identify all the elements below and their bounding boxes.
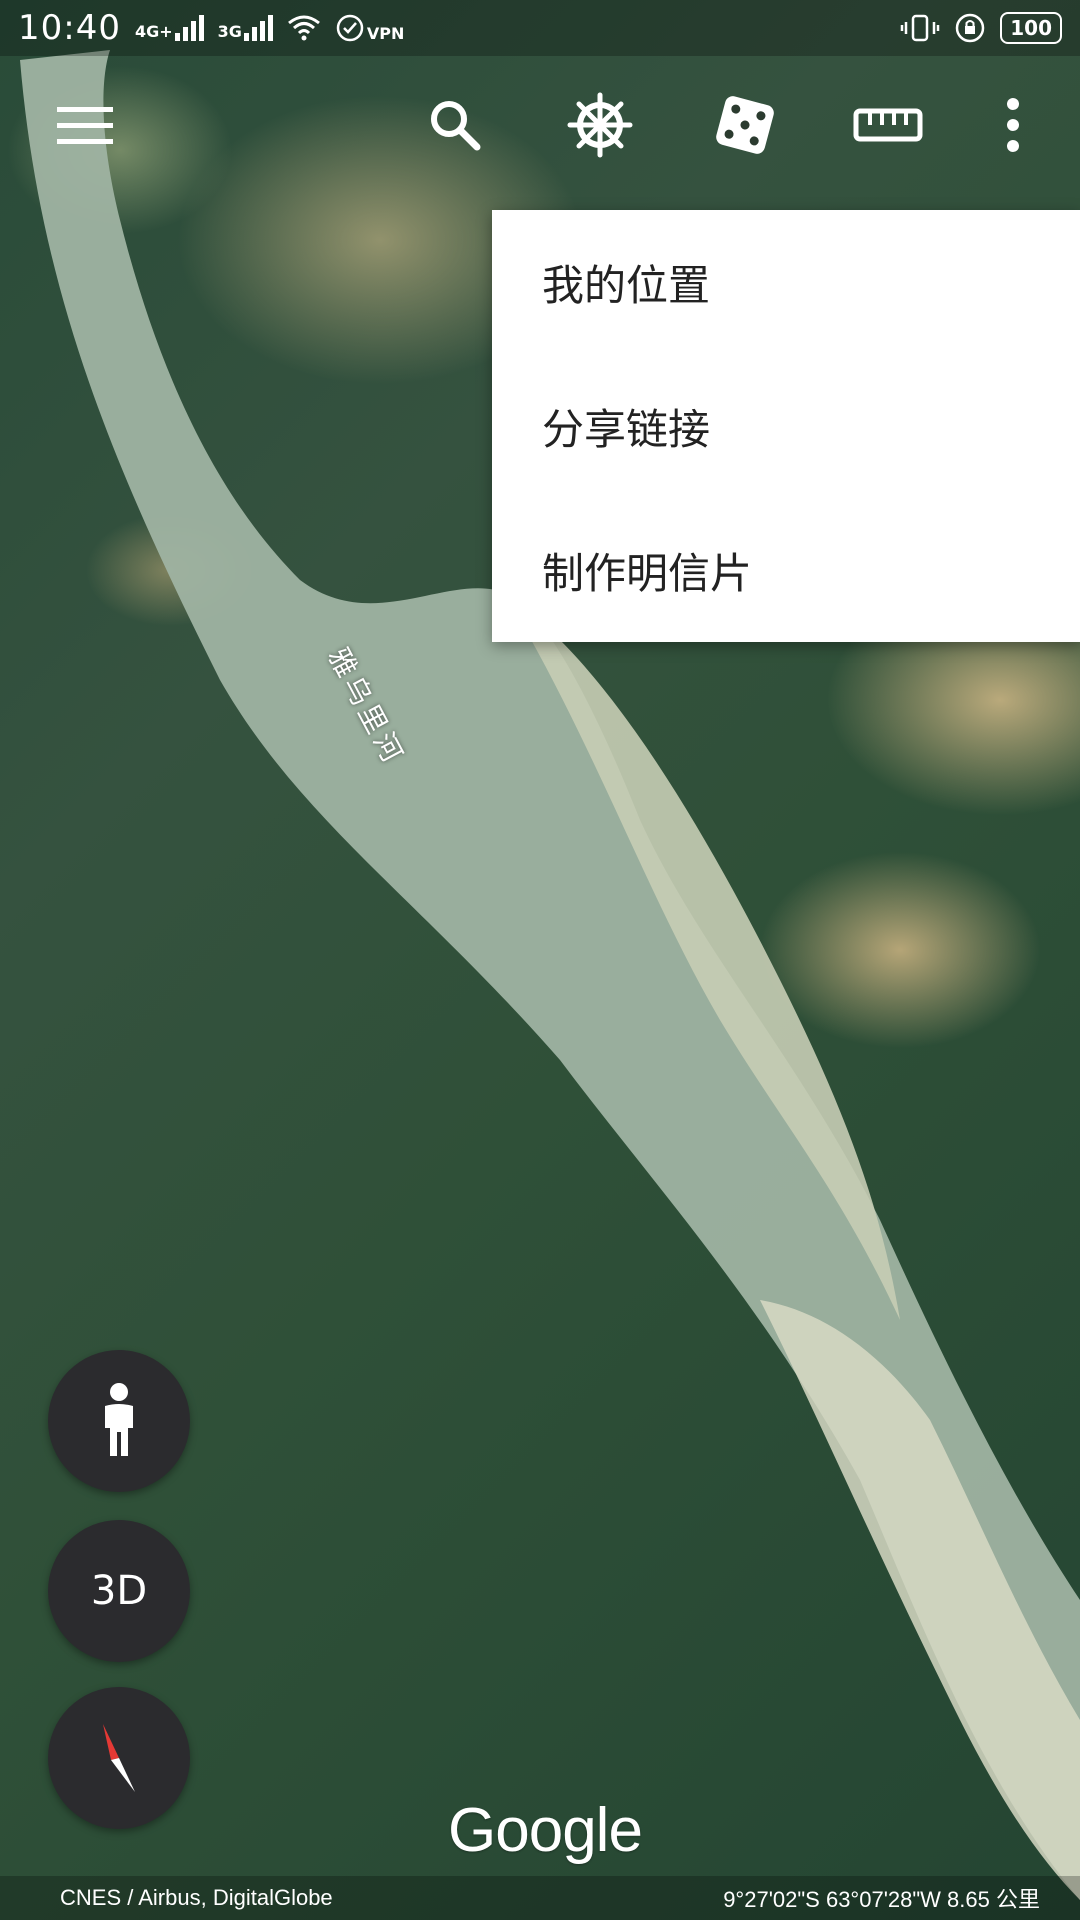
vpn-label: VPN bbox=[366, 24, 405, 43]
signal-4g: 4G+ bbox=[135, 15, 204, 41]
ruler-icon bbox=[853, 108, 923, 142]
vpn-indicator: VPN bbox=[335, 13, 405, 43]
signal-bars-icon bbox=[174, 15, 204, 41]
attribution-bar: CNES / Airbus, DigitalGlobe 9°27'02"S 63… bbox=[0, 1876, 1080, 1920]
menu-button[interactable] bbox=[40, 80, 130, 170]
rotation-lock-icon bbox=[956, 13, 985, 43]
menu-item-share-link[interactable]: 分享链接 bbox=[492, 354, 1080, 498]
overflow-menu: 我的位置 分享链接 制作明信片 bbox=[492, 210, 1080, 642]
top-toolbar bbox=[0, 80, 1080, 180]
compass-icon bbox=[103, 1724, 135, 1792]
vibrate-icon bbox=[901, 14, 940, 42]
vpn-icon bbox=[336, 14, 364, 42]
search-button[interactable] bbox=[410, 80, 500, 170]
status-bar: 10:40 4G+ 3G VPN 100 bbox=[0, 0, 1080, 56]
network-type-label: 3G bbox=[217, 22, 242, 41]
menu-item-my-location[interactable]: 我的位置 bbox=[492, 210, 1080, 354]
google-logo: Google bbox=[448, 1796, 643, 1865]
battery-indicator: 100 bbox=[1000, 12, 1062, 44]
more-vert-icon bbox=[1007, 98, 1019, 152]
coordinates-readout: 9°27'02"S 63°07'28"W 8.65 公里 bbox=[723, 1887, 1040, 1912]
feeling-lucky-button[interactable] bbox=[700, 80, 790, 170]
menu-icon bbox=[57, 107, 113, 144]
imagery-attribution: CNES / Airbus, DigitalGlobe bbox=[60, 1885, 333, 1910]
network-type-label: 4G+ bbox=[134, 22, 173, 41]
measure-button[interactable] bbox=[843, 80, 933, 170]
3d-toggle-button[interactable]: 3D bbox=[48, 1520, 190, 1662]
voyager-wheel-icon bbox=[567, 92, 633, 158]
dice-icon bbox=[716, 96, 774, 154]
signal-bars-icon bbox=[243, 15, 273, 41]
street-view-button[interactable] bbox=[48, 1350, 190, 1492]
voyager-button[interactable] bbox=[555, 80, 645, 170]
more-options-button[interactable] bbox=[968, 80, 1058, 170]
person-icon bbox=[105, 1383, 133, 1456]
clock: 10:40 bbox=[18, 8, 121, 48]
wifi-icon bbox=[287, 15, 320, 41]
menu-item-make-postcard[interactable]: 制作明信片 bbox=[492, 498, 1080, 642]
signal-3g: 3G bbox=[218, 15, 273, 41]
search-icon bbox=[431, 101, 481, 151]
compass-button[interactable] bbox=[48, 1687, 190, 1829]
